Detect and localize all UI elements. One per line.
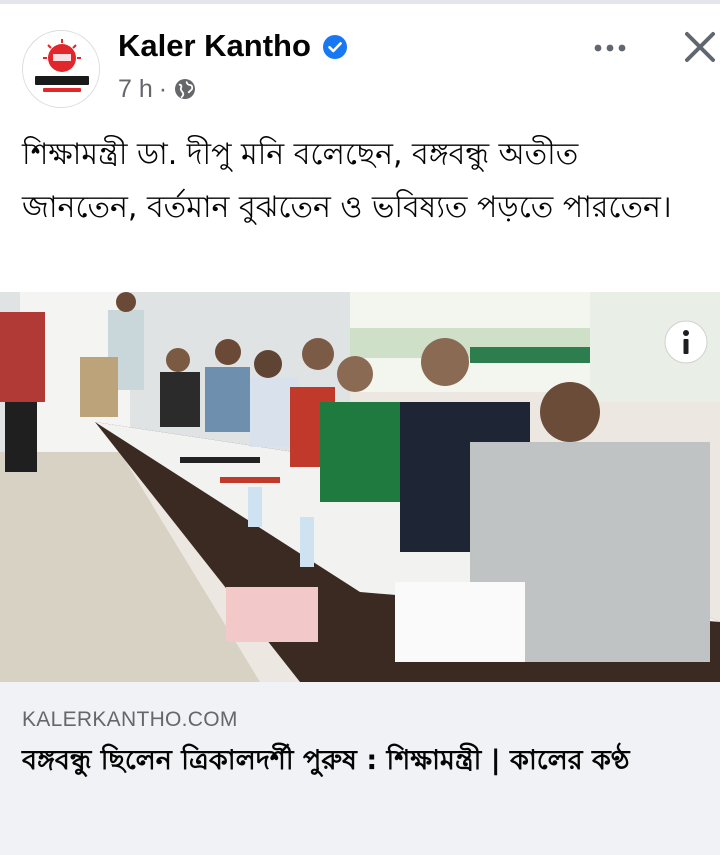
post-header: Kaler Kantho 7 h · [0, 4, 720, 114]
post-photo[interactable] [0, 292, 720, 682]
link-domain: KALERKANTHO.COM [22, 708, 238, 731]
post-body-text: শিক্ষামন্ত্রী ডা. দীপু মনি বলেছেন, বঙ্গব… [22, 137, 672, 225]
globe-icon[interactable] [173, 77, 197, 101]
page-avatar[interactable] [22, 30, 100, 108]
info-icon[interactable] [664, 320, 708, 364]
verified-badge-icon [323, 35, 347, 59]
link-title[interactable]: বঙ্গবন্ধু ছিলেন ত্রিকালদর্শী পুরুষ : শিক… [22, 738, 698, 784]
link-preview[interactable]: KALERKANTHO.COM বঙ্গবন্ধু ছিলেন ত্রিকালদ… [0, 682, 720, 855]
post-timestamp[interactable]: 7 h [118, 75, 153, 104]
kaler-kantho-logo-icon [23, 31, 99, 107]
page-name[interactable]: Kaler Kantho [118, 28, 311, 64]
more-options-icon[interactable] [590, 38, 630, 58]
press-conference-photo [0, 292, 720, 682]
post-meta: 7 h · [118, 74, 197, 104]
close-icon[interactable] [683, 30, 717, 64]
meta-separator: · [158, 74, 168, 103]
